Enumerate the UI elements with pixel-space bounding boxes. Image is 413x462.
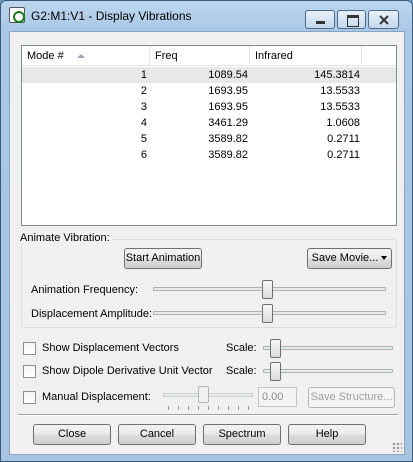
- mode-cell: 5: [140, 133, 147, 145]
- displacement-scale-slider[interactable]: [270, 339, 281, 358]
- animate-vibration-label: Animate Vibration:: [18, 232, 112, 244]
- slider-tick: [248, 406, 249, 410]
- save-structure-button[interactable]: Save Structure...: [308, 387, 395, 408]
- freq-cell: 3461.29: [208, 117, 248, 129]
- column-header-label: Infrared: [255, 50, 293, 62]
- freq-cell: 3589.82: [208, 149, 248, 161]
- slider-tick: [168, 406, 169, 410]
- infrared-cell: 1.0608: [326, 117, 360, 129]
- table-row[interactable]: 1 1089.54 145.3814: [22, 67, 396, 83]
- save-movie-button[interactable]: Save Movie...: [307, 248, 392, 269]
- animation-frequency-label: Animation Frequency:: [31, 284, 138, 296]
- mode-cell: 2: [140, 85, 147, 97]
- table-row[interactable]: 3 1693.95 13.5533: [22, 99, 396, 115]
- displacement-scale-label: Scale:: [226, 342, 257, 354]
- window-title: G2:M1:V1 - Display Vibrations: [31, 9, 192, 23]
- dipole-scale-track[interactable]: [263, 369, 393, 373]
- slider-tick: [178, 406, 179, 410]
- dropdown-arrow-icon: [381, 256, 388, 261]
- table-row[interactable]: 4 3461.29 1.0608: [22, 115, 396, 131]
- displacement-amplitude-slider[interactable]: [262, 304, 273, 323]
- infrared-cell: 0.2711: [327, 133, 360, 145]
- column-header-label: Freq: [155, 50, 178, 62]
- list-body: 1 1089.54 145.3814 2 1693.95 13.5533 3 1…: [22, 67, 396, 163]
- maximize-button[interactable]: [337, 10, 366, 29]
- manual-displacement-input[interactable]: 0.00: [258, 387, 297, 407]
- show-displacement-vectors-label: Show Displacement Vectors: [42, 342, 179, 354]
- table-row[interactable]: 5 3589.82 0.2711: [22, 131, 396, 147]
- manual-displacement-label: Manual Displacement:: [42, 391, 151, 403]
- mode-cell: 4: [140, 117, 147, 129]
- list-header: Mode # Freq Infrared: [22, 46, 396, 66]
- display-vibrations-window: G2:M1:V1 - Display Vibrations Mode # Fre…: [0, 0, 413, 462]
- slider-tick: [198, 406, 199, 410]
- animation-frequency-slider[interactable]: [262, 280, 273, 299]
- close-icon: [378, 15, 389, 25]
- manual-displacement-checkbox[interactable]: [23, 391, 36, 404]
- help-button[interactable]: Help: [288, 424, 366, 445]
- title-bar[interactable]: G2:M1:V1 - Display Vibrations: [1, 1, 412, 31]
- cancel-button[interactable]: Cancel: [118, 424, 196, 445]
- show-dipole-vector-label: Show Dipole Derivative Unit Vector: [42, 365, 213, 377]
- mode-cell: 6: [140, 149, 147, 161]
- dipole-scale-slider[interactable]: [270, 362, 281, 381]
- save-movie-label: Save Movie...: [311, 252, 379, 264]
- minimize-button[interactable]: [305, 10, 335, 29]
- show-dipole-vector-checkbox[interactable]: [23, 365, 36, 378]
- slider-tick: [238, 406, 239, 410]
- close-button[interactable]: Close: [33, 424, 111, 445]
- dialog-client-area: Mode # Freq Infrared 1 1089.54 145.3814 …: [9, 31, 405, 455]
- freq-cell: 1693.95: [208, 101, 248, 113]
- table-row[interactable]: 6 3589.82 0.2711: [22, 147, 396, 163]
- column-header-freq[interactable]: Freq: [150, 46, 250, 66]
- infrared-cell: 13.5533: [320, 85, 360, 97]
- show-displacement-vectors-checkbox[interactable]: [23, 342, 36, 355]
- freq-cell: 1089.54: [208, 69, 248, 81]
- slider-tick: [218, 406, 219, 410]
- freq-cell: 1693.95: [208, 85, 248, 97]
- column-header-mode[interactable]: Mode #: [22, 46, 150, 66]
- infrared-cell: 0.2711: [327, 149, 360, 161]
- vibration-modes-list[interactable]: Mode # Freq Infrared 1 1089.54 145.3814 …: [21, 45, 397, 226]
- slider-tick: [208, 406, 209, 410]
- resize-grip-icon[interactable]: [392, 442, 402, 452]
- slider-tick: [228, 406, 229, 410]
- sort-ascending-icon: [77, 54, 85, 58]
- dipole-scale-label: Scale:: [226, 365, 257, 377]
- manual-displacement-slider[interactable]: [198, 386, 209, 403]
- freq-cell: 3589.82: [208, 133, 248, 145]
- table-row[interactable]: 2 1693.95 13.5533: [22, 83, 396, 99]
- app-icon: [9, 7, 25, 23]
- start-animation-button[interactable]: Start Animation: [124, 248, 202, 269]
- column-header-label: Mode #: [27, 50, 64, 62]
- close-window-button[interactable]: [368, 10, 399, 29]
- column-header-infrared[interactable]: Infrared: [250, 46, 362, 66]
- infrared-cell: 145.3814: [314, 69, 360, 81]
- divider: [18, 414, 398, 416]
- displacement-amplitude-label: Displacement Amplitude:: [31, 308, 153, 320]
- displacement-scale-track[interactable]: [263, 346, 393, 350]
- spectrum-button[interactable]: Spectrum: [203, 424, 281, 445]
- slider-tick: [188, 406, 189, 410]
- mode-cell: 1: [140, 69, 147, 81]
- mode-cell: 3: [140, 101, 147, 113]
- infrared-cell: 13.5533: [320, 101, 360, 113]
